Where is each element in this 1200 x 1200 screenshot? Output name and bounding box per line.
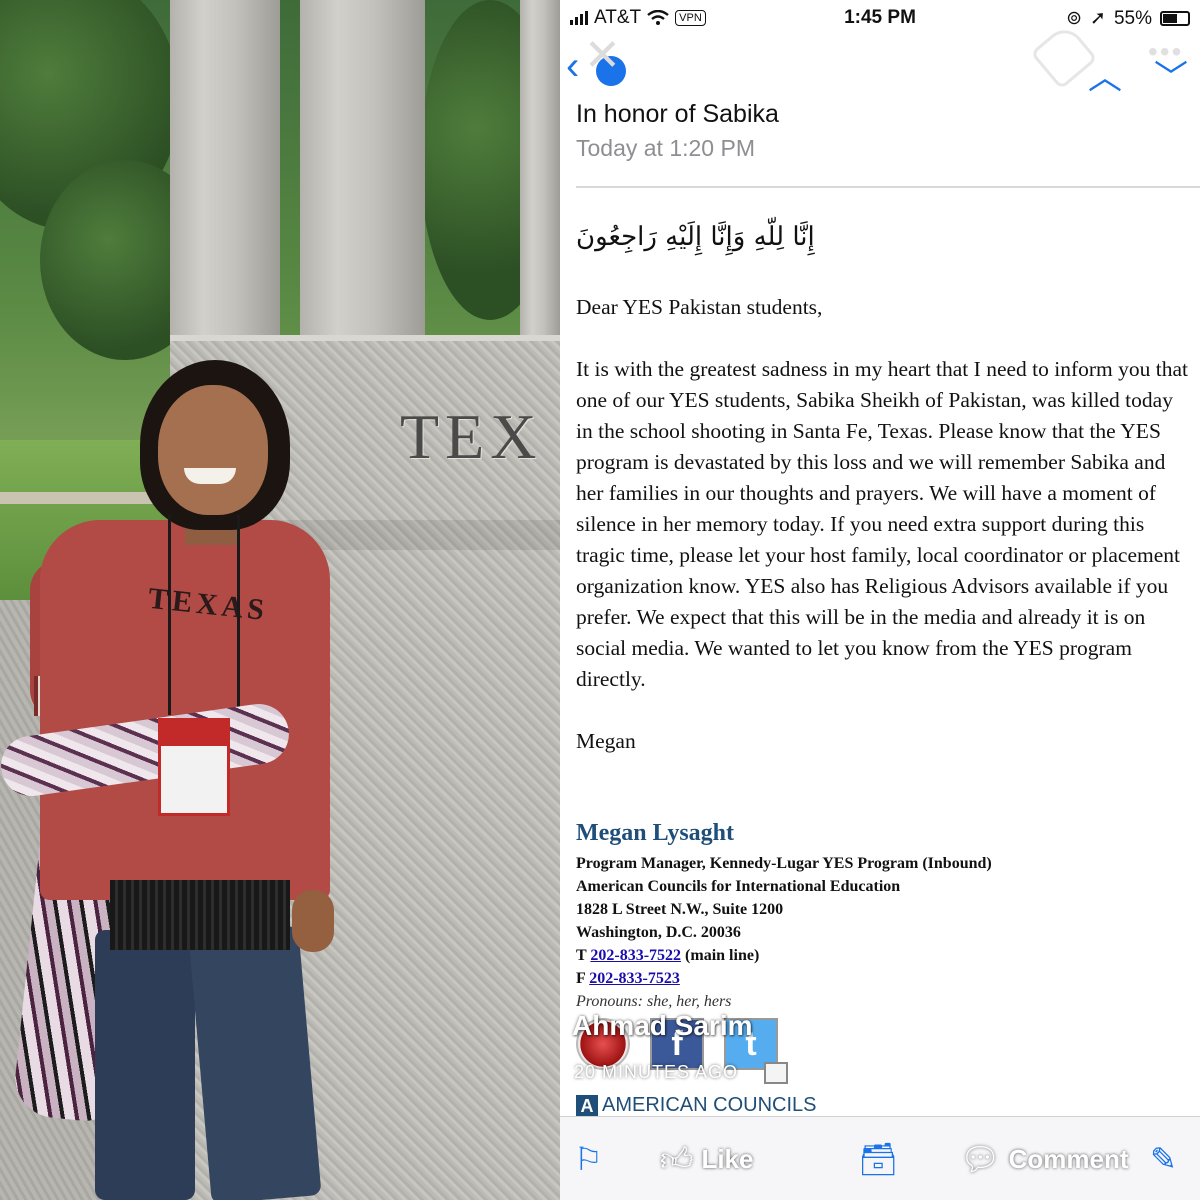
fax-prefix: F <box>576 970 590 987</box>
chevron-up-icon[interactable]: ︿ <box>1088 50 1122 99</box>
close-icon[interactable]: ✕ <box>584 34 621 78</box>
status-right: ⊚ ➚ 55% <box>1066 7 1190 30</box>
overlay-timestamp: 20 MINUTES AGO <box>574 1062 739 1082</box>
status-bar: AT&T VPN 1:45 PM ⊚ ➚ 55% <box>560 0 1200 36</box>
signature-org: American Councils for International Educ… <box>576 878 901 895</box>
phone-link[interactable]: 202-833-7522 <box>590 947 681 964</box>
comment-button[interactable]: 💬︎ Comment <box>960 1139 1129 1179</box>
battery-percent: 55% <box>1113 7 1152 29</box>
archive-icon[interactable]: 🗃︎ <box>858 1139 899 1179</box>
header-divider <box>576 186 1200 188</box>
overlay-author: Ahmad Sarim <box>572 1010 753 1041</box>
name-badge <box>158 718 230 816</box>
hand <box>292 890 334 952</box>
photo: TEX TEXAS <box>0 0 560 1200</box>
location-icon: ➚ <box>1090 8 1106 29</box>
email-screenshot: AT&T VPN 1:45 PM ⊚ ➚ 55% ‹ ✕ ••• ︿ ﹀ In … <box>560 0 1200 1200</box>
signature-block: Program Manager, Kennedy-Lugar YES Progr… <box>576 852 992 1013</box>
person: TEXAS <box>0 0 560 1200</box>
jeans <box>95 930 195 1200</box>
thumbs-up-icon: 👍︎ <box>660 1141 694 1177</box>
signature-name: Megan Lysaght <box>576 820 735 846</box>
battery-icon <box>1160 11 1190 26</box>
phone-suffix: (main line) <box>681 947 760 964</box>
comment-label: Comment <box>1008 1144 1129 1174</box>
bottom-toolbar: ⚐ 👍︎ Like 🗃︎ 💬︎ Comment ✎ <box>560 1116 1200 1200</box>
chevron-down-icon[interactable]: ﹀ <box>1154 50 1188 99</box>
smile <box>184 468 236 484</box>
phone-prefix: T <box>576 947 591 964</box>
like-button[interactable]: 👍︎ Like <box>660 1139 753 1179</box>
comment-bubble-icon: 💬︎ <box>960 1141 1001 1177</box>
logo-mark-icon: A <box>576 1094 598 1117</box>
back-chevron-icon[interactable]: ‹ <box>566 46 579 86</box>
logo-text: AMERICAN COUNCILS <box>602 1094 817 1116</box>
signature-city: Washington, D.C. 20036 <box>576 924 741 941</box>
american-councils-logo: A AMERICAN COUNCILS <box>576 1094 816 1117</box>
lace-hem <box>110 880 290 950</box>
mail-nav-bar: ‹ ✕ ••• ︿ ﹀ <box>560 22 1200 102</box>
arabic-verse: إِنَّا لِلّهِ وَإِنَّا إِلَيْهِ رَاجِعُو… <box>576 222 815 252</box>
compose-icon[interactable]: ✎ <box>1150 1139 1177 1179</box>
image-placeholder-icon <box>764 1062 788 1084</box>
email-closing: Megan <box>576 729 636 753</box>
signature-street: 1828 L Street N.W., Suite 1200 <box>576 901 784 918</box>
signature-title: Program Manager, Kennedy-Lugar YES Progr… <box>576 855 992 872</box>
flag-icon[interactable]: ⚐ <box>574 1139 603 1179</box>
email-body: Dear YES Pakistan students, It is with t… <box>576 292 1192 788</box>
signature-fax-line: F 202-833-7523 <box>576 967 992 990</box>
like-label: Like <box>701 1144 754 1174</box>
email-subject: In honor of Sabika <box>576 100 779 128</box>
face <box>158 385 268 515</box>
email-paragraph: It is with the greatest sadness in my he… <box>576 357 1189 691</box>
email-greeting: Dear YES Pakistan students, <box>576 295 823 319</box>
fax-link[interactable]: 202-833-7523 <box>589 970 680 987</box>
signature-phone-line: T 202-833-7522 (main line) <box>576 944 992 967</box>
lanyard <box>168 515 240 715</box>
email-date: Today at 1:20 PM <box>576 135 755 161</box>
jeans <box>188 925 322 1200</box>
orientation-lock-icon: ⊚ <box>1066 8 1083 29</box>
